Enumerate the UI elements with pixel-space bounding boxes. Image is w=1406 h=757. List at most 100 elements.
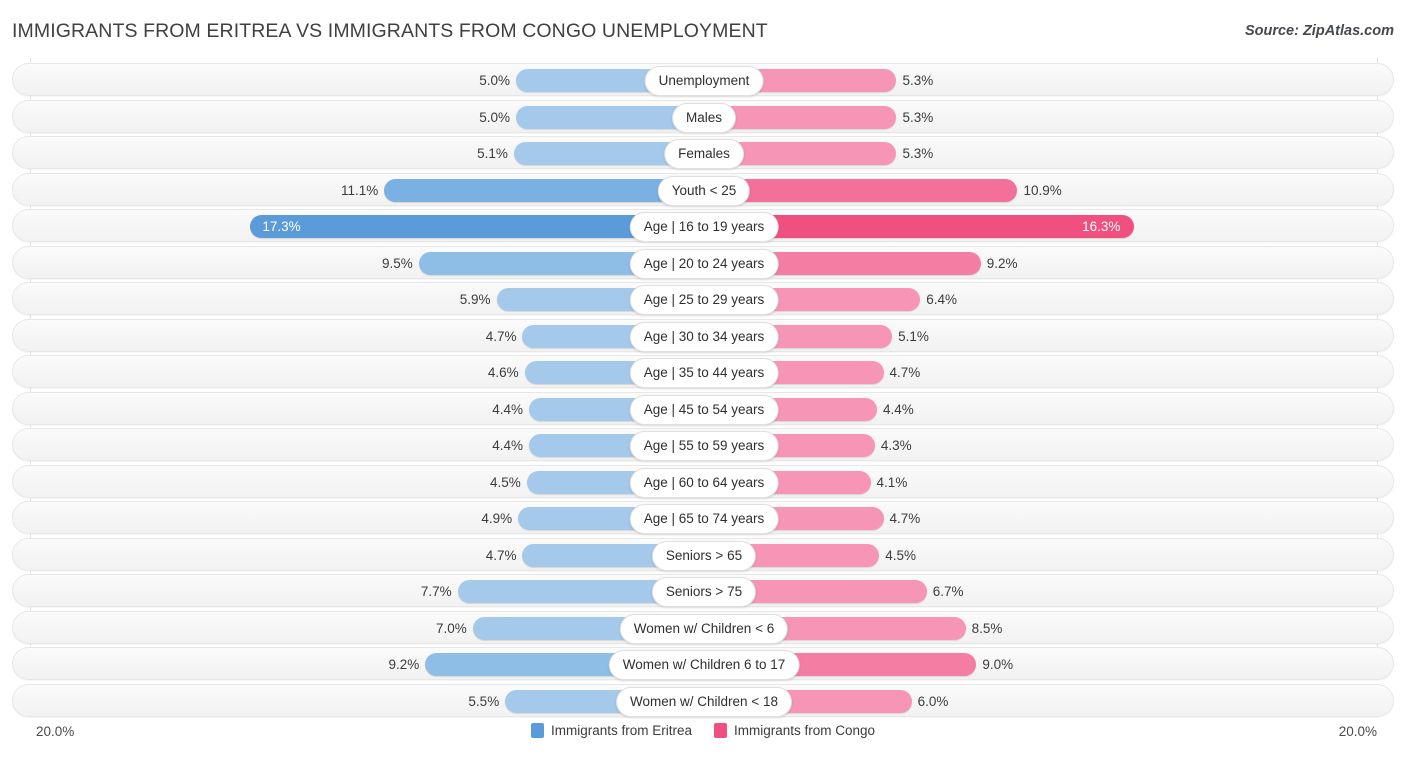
bar-left [384,178,702,202]
chart-row: 4.7% 5.1% Age | 30 to 34 years [12,318,1394,352]
value-label-left: 4.4% [492,438,523,453]
chart-row: 4.7% 4.5% Seniors > 65 [12,537,1394,571]
category-label: Age | 30 to 34 years [629,321,779,352]
chart-footer: 20.0% 20.0% Immigrants from Eritrea Immig… [0,719,1406,757]
category-label: Women w/ Children < 6 [619,613,789,644]
chart-header: IMMIGRANTS FROM ERITREA VS IMMIGRANTS FR… [0,0,1406,58]
category-label: Unemployment [644,66,764,96]
category-label: Males [671,102,737,133]
value-label-left: 5.9% [459,292,491,307]
value-label-right: 4.1% [876,474,908,490]
bar-pair: 4.4% 4.3% Age | 55 to 59 years [13,429,1393,461]
value-label-right: 4.4% [883,401,914,417]
legend-label: Immigrants from Eritrea [550,723,692,738]
chart-row: 4.9% 4.7% Age | 65 to 74 years [12,501,1394,534]
bar-pair: 11.1% 10.9% Youth < 25 [13,174,1393,206]
bar-pair: 9.5% 9.2% Age | 20 to 24 years [13,247,1393,279]
bar-pair: 4.7% 5.1% Age | 30 to 34 years [13,320,1393,352]
chart-row: 11.1% 10.9% Youth < 25 [12,172,1394,206]
value-label-left: 5.5% [468,693,500,709]
category-label: Women w/ Children 6 to 17 [608,650,800,680]
value-label-right: 6.0% [917,693,949,709]
legend-item[interactable]: Immigrants from Eritrea [530,723,692,738]
chart-row: 4.4% 4.4% Age | 45 to 54 years [12,391,1394,425]
category-label: Seniors > 65 [651,540,757,571]
legend-swatch-icon [530,723,544,738]
value-label-left: 5.0% [479,109,510,125]
category-label: Women w/ Children < 18 [616,686,792,717]
value-label-right: 4.7% [889,511,921,526]
value-label-left: 17.3% [262,219,301,234]
bar-pair: 4.7% 4.5% Seniors > 65 [13,539,1393,571]
chart-row: 17.3% 16.3% Age | 16 to 19 years [12,209,1394,242]
chart-row: 5.5% 6.0% Women w/ Children < 18 [12,683,1394,717]
legend-label: Immigrants from Congo [733,723,876,738]
value-label-right: 4.3% [880,438,912,453]
legend-swatch-icon [713,723,727,738]
category-label: Age | 20 to 24 years [629,248,779,279]
value-label-left: 7.7% [420,584,452,599]
chart-row: 5.0% 5.3% Males [12,99,1394,133]
chart-legend: Immigrants from Eritrea Immigrants from C… [0,723,1406,738]
chart-row: 4.4% 4.3% Age | 55 to 59 years [12,428,1394,461]
value-label-right: 6.7% [932,584,964,599]
bar-pair: 7.7% 6.7% Seniors > 75 [13,575,1393,607]
value-label-right: 10.9% [1023,182,1062,198]
value-label-right: 5.3% [902,73,934,88]
chart-row: 5.0% 5.3% Unemployment [12,63,1394,96]
chart-rows: 5.0% 5.3% Unemployment 5.0% 5.3% Males 5.1% 5.3… [0,63,1406,720]
value-label-right: 6.4% [926,292,958,307]
value-label-right: 5.3% [902,146,934,161]
value-label-right: 16.3% [1082,219,1121,234]
value-label-right: 8.5% [971,620,1003,636]
value-label-right: 5.3% [902,109,934,125]
bar-pair: 4.6% 4.7% Age | 35 to 44 years [13,356,1393,388]
value-label-right: 4.7% [889,365,921,380]
value-label-left: 4.6% [487,365,519,380]
value-label-left: 5.0% [479,73,510,88]
category-label: Age | 16 to 19 years [629,212,779,242]
bar-pair: 5.0% 5.3% Males [13,101,1393,133]
chart-row: 9.5% 9.2% Age | 20 to 24 years [12,245,1394,279]
value-label-right: 4.5% [885,547,916,563]
category-label: Age | 45 to 54 years [629,394,779,425]
value-label-left: 4.7% [485,328,517,344]
chart-row: 4.6% 4.7% Age | 35 to 44 years [12,355,1394,388]
value-label-left: 11.1% [340,182,379,198]
category-label: Age | 25 to 29 years [629,285,779,315]
bar-pair: 5.1% 5.3% Females [13,137,1393,169]
value-label-left: 9.2% [388,657,420,672]
value-label-left: 4.9% [481,511,513,526]
bar-pair: 5.0% 5.3% Unemployment [13,64,1393,96]
category-label: Age | 55 to 59 years [629,431,779,461]
category-label: Youth < 25 [657,175,751,206]
chart-plot-area: 5.0% 5.3% Unemployment 5.0% 5.3% Males 5.1% 5.3… [0,58,1406,719]
chart-row: 5.9% 6.4% Age | 25 to 29 years [12,282,1394,315]
bar-pair: 17.3% 16.3% Age | 16 to 19 years [13,210,1393,242]
page-title: IMMIGRANTS FROM ERITREA VS IMMIGRANTS FR… [12,20,768,42]
bar-pair: 5.9% 6.4% Age | 25 to 29 years [13,283,1393,315]
chart-row: 9.2% 9.0% Women w/ Children 6 to 17 [12,647,1394,680]
category-label: Age | 35 to 44 years [629,358,779,388]
value-label-left: 4.4% [492,401,523,417]
bar-right [704,178,1018,202]
chart-row: 5.1% 5.3% Females [12,136,1394,169]
value-label-left: 7.0% [436,620,467,636]
bar-pair: 4.5% 4.1% Age | 60 to 64 years [13,466,1393,498]
value-label-right: 9.0% [982,657,1014,672]
category-label: Seniors > 75 [651,577,757,607]
bar-pair: 4.9% 4.7% Age | 65 to 74 years [13,502,1393,534]
category-label: Females [664,139,744,169]
value-label-left: 5.1% [477,146,508,161]
value-label-left: 4.7% [485,547,517,563]
source-attribution: Source: ZipAtlas.com [1244,23,1394,39]
bar-pair: 4.4% 4.4% Age | 45 to 54 years [13,393,1393,425]
legend-item[interactable]: Immigrants from Congo [713,723,876,738]
category-label: Age | 60 to 64 years [629,467,779,498]
chart-row: 4.5% 4.1% Age | 60 to 64 years [12,464,1394,498]
bar-pair: 7.0% 8.5% Women w/ Children < 6 [13,612,1393,644]
value-label-right: 5.1% [898,328,929,344]
value-label-left: 9.5% [382,255,413,271]
bar-pair: 5.5% 6.0% Women w/ Children < 18 [13,685,1393,717]
bar-pair: 9.2% 9.0% Women w/ Children 6 to 17 [13,648,1393,680]
